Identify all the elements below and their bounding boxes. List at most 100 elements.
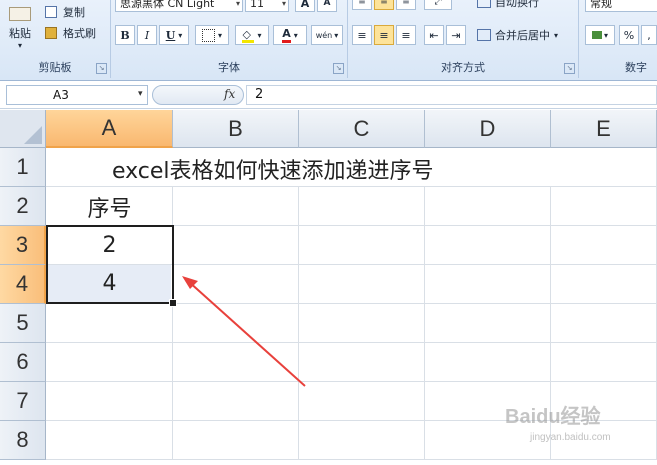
grid-cell[interactable]: [425, 226, 551, 265]
copy-label: 复制: [63, 6, 85, 19]
grid-cell[interactable]: [46, 421, 173, 460]
font-launcher-icon[interactable]: ↘: [333, 63, 344, 74]
fill-color-button[interactable]: ◇ ▾: [235, 25, 269, 45]
grid-cell[interactable]: [551, 265, 657, 304]
select-all-corner[interactable]: [0, 110, 46, 148]
orientation-button[interactable]: ⤢: [424, 0, 452, 10]
alignment-group: ≡ ≡ ≡ ⤢ 自动换行 ≡ ≡ ≡ ⇤ ⇥ 合并后居中 ▾ 对齐方式 ↘: [348, 0, 579, 78]
grid-cell[interactable]: [173, 421, 299, 460]
grid-cell[interactable]: [173, 226, 299, 265]
fill-handle[interactable]: [169, 299, 177, 307]
grid-cell[interactable]: [551, 343, 657, 382]
grid-cell[interactable]: [299, 187, 425, 226]
cell-a4[interactable]: 4: [48, 265, 171, 302]
grid-cell[interactable]: [425, 187, 551, 226]
row-header-5[interactable]: 5: [0, 304, 46, 343]
grid-cell[interactable]: [551, 187, 657, 226]
italic-button[interactable]: I: [137, 25, 157, 45]
copy-button[interactable]: 复制: [44, 3, 106, 21]
grid-cell[interactable]: [299, 343, 425, 382]
grow-font-button[interactable]: A: [295, 0, 315, 12]
row-header-2[interactable]: 2: [0, 187, 46, 226]
grid-cell[interactable]: [299, 226, 425, 265]
row-header-8[interactable]: 8: [0, 421, 46, 460]
decrease-indent-icon: ⇤: [429, 28, 439, 42]
number-format-select[interactable]: 常规: [585, 0, 657, 12]
wrap-text-button[interactable]: 自动换行: [476, 0, 572, 10]
ribbon: 粘贴 ▾ 复制 格式刷 剪贴板 ↘ 思源黑体 CN Light ▾ 11 ▾ A…: [0, 0, 657, 81]
percent-button[interactable]: %: [619, 25, 639, 45]
grid-cell[interactable]: [173, 343, 299, 382]
grow-font-icon: A: [300, 0, 310, 10]
font-name-select[interactable]: 思源黑体 CN Light ▾: [115, 0, 243, 12]
grid-cell[interactable]: [425, 265, 551, 304]
name-box[interactable]: A3: [6, 85, 148, 105]
grid-cell[interactable]: [425, 304, 551, 343]
decrease-indent-button[interactable]: ⇤: [424, 25, 444, 45]
grid-cell[interactable]: [46, 304, 173, 343]
column-header-d[interactable]: D: [425, 110, 551, 148]
phonetic-button[interactable]: wén ▾: [311, 25, 343, 45]
formula-input[interactable]: 2: [246, 85, 657, 105]
font-color-icon: A: [282, 27, 291, 43]
row-header-7[interactable]: 7: [0, 382, 46, 421]
underline-button[interactable]: U ▾: [159, 25, 189, 45]
chevron-down-icon[interactable]: ▾: [138, 89, 143, 99]
grid-cell[interactable]: [173, 265, 299, 304]
grid-cell[interactable]: [299, 265, 425, 304]
merge-center-button[interactable]: 合并后居中 ▾: [476, 25, 572, 45]
format-painter-button[interactable]: 格式刷: [44, 24, 106, 42]
row-header-3[interactable]: 3: [0, 226, 46, 265]
column-header-a[interactable]: A: [46, 110, 173, 148]
function-icon[interactable]: fx: [224, 87, 235, 101]
accounting-format-button[interactable]: ▾: [585, 25, 615, 45]
grid-cell[interactable]: [46, 343, 173, 382]
grid-cell[interactable]: [299, 304, 425, 343]
grid-cell[interactable]: [173, 382, 299, 421]
clipboard-launcher-icon[interactable]: ↘: [96, 63, 107, 74]
column-header-b[interactable]: B: [173, 110, 299, 148]
grid-cell[interactable]: [173, 304, 299, 343]
grid-cell[interactable]: [173, 187, 299, 226]
clipboard-group: 粘贴 ▾ 复制 格式刷 剪贴板 ↘: [0, 0, 111, 78]
grid-cell[interactable]: [551, 226, 657, 265]
merge-center-icon: [477, 29, 491, 41]
column-header-e[interactable]: E: [551, 110, 657, 148]
align-left-button[interactable]: ≡: [352, 25, 372, 45]
grid-cell[interactable]: [425, 148, 551, 187]
cell-a2[interactable]: 序号: [46, 187, 173, 226]
alignment-launcher-icon[interactable]: ↘: [564, 63, 575, 74]
grid-cell[interactable]: [46, 382, 173, 421]
comma-button[interactable]: ,: [641, 25, 657, 45]
merge-center-label: 合并后居中: [495, 29, 550, 42]
chevron-down-icon: ▾: [554, 30, 559, 40]
cell-a3[interactable]: 2: [46, 226, 173, 265]
paste-button[interactable]: 粘贴 ▾: [2, 0, 38, 56]
comma-icon: ,: [647, 28, 651, 42]
align-top-button[interactable]: ≡: [352, 0, 372, 10]
grid-cell[interactable]: [551, 304, 657, 343]
align-bottom-button[interactable]: ≡: [396, 0, 416, 10]
bold-button[interactable]: B: [115, 25, 135, 45]
row-header-4[interactable]: 4: [0, 265, 46, 304]
row-header-1[interactable]: 1: [0, 148, 46, 187]
column-header-c[interactable]: C: [299, 110, 425, 148]
grid-cell[interactable]: [299, 421, 425, 460]
increase-indent-button[interactable]: ⇥: [446, 25, 466, 45]
align-right-button[interactable]: ≡: [396, 25, 416, 45]
chevron-down-icon: ▾: [217, 30, 222, 40]
number-format-value: 常规: [590, 0, 612, 10]
align-middle-button[interactable]: ≡: [374, 0, 394, 10]
grid-cell[interactable]: [551, 148, 657, 187]
chevron-down-icon: ▾: [334, 30, 339, 40]
border-button[interactable]: ▾: [195, 25, 229, 45]
shrink-font-button[interactable]: A: [317, 0, 337, 12]
chevron-down-icon: ▾: [293, 30, 298, 40]
align-right-icon: ≡: [401, 28, 411, 42]
font-color-button[interactable]: A ▾: [273, 25, 307, 45]
align-center-button[interactable]: ≡: [374, 25, 394, 45]
grid-cell[interactable]: [299, 382, 425, 421]
row-header-6[interactable]: 6: [0, 343, 46, 382]
grid-cell[interactable]: [425, 343, 551, 382]
font-size-select[interactable]: 11 ▾: [245, 0, 289, 12]
